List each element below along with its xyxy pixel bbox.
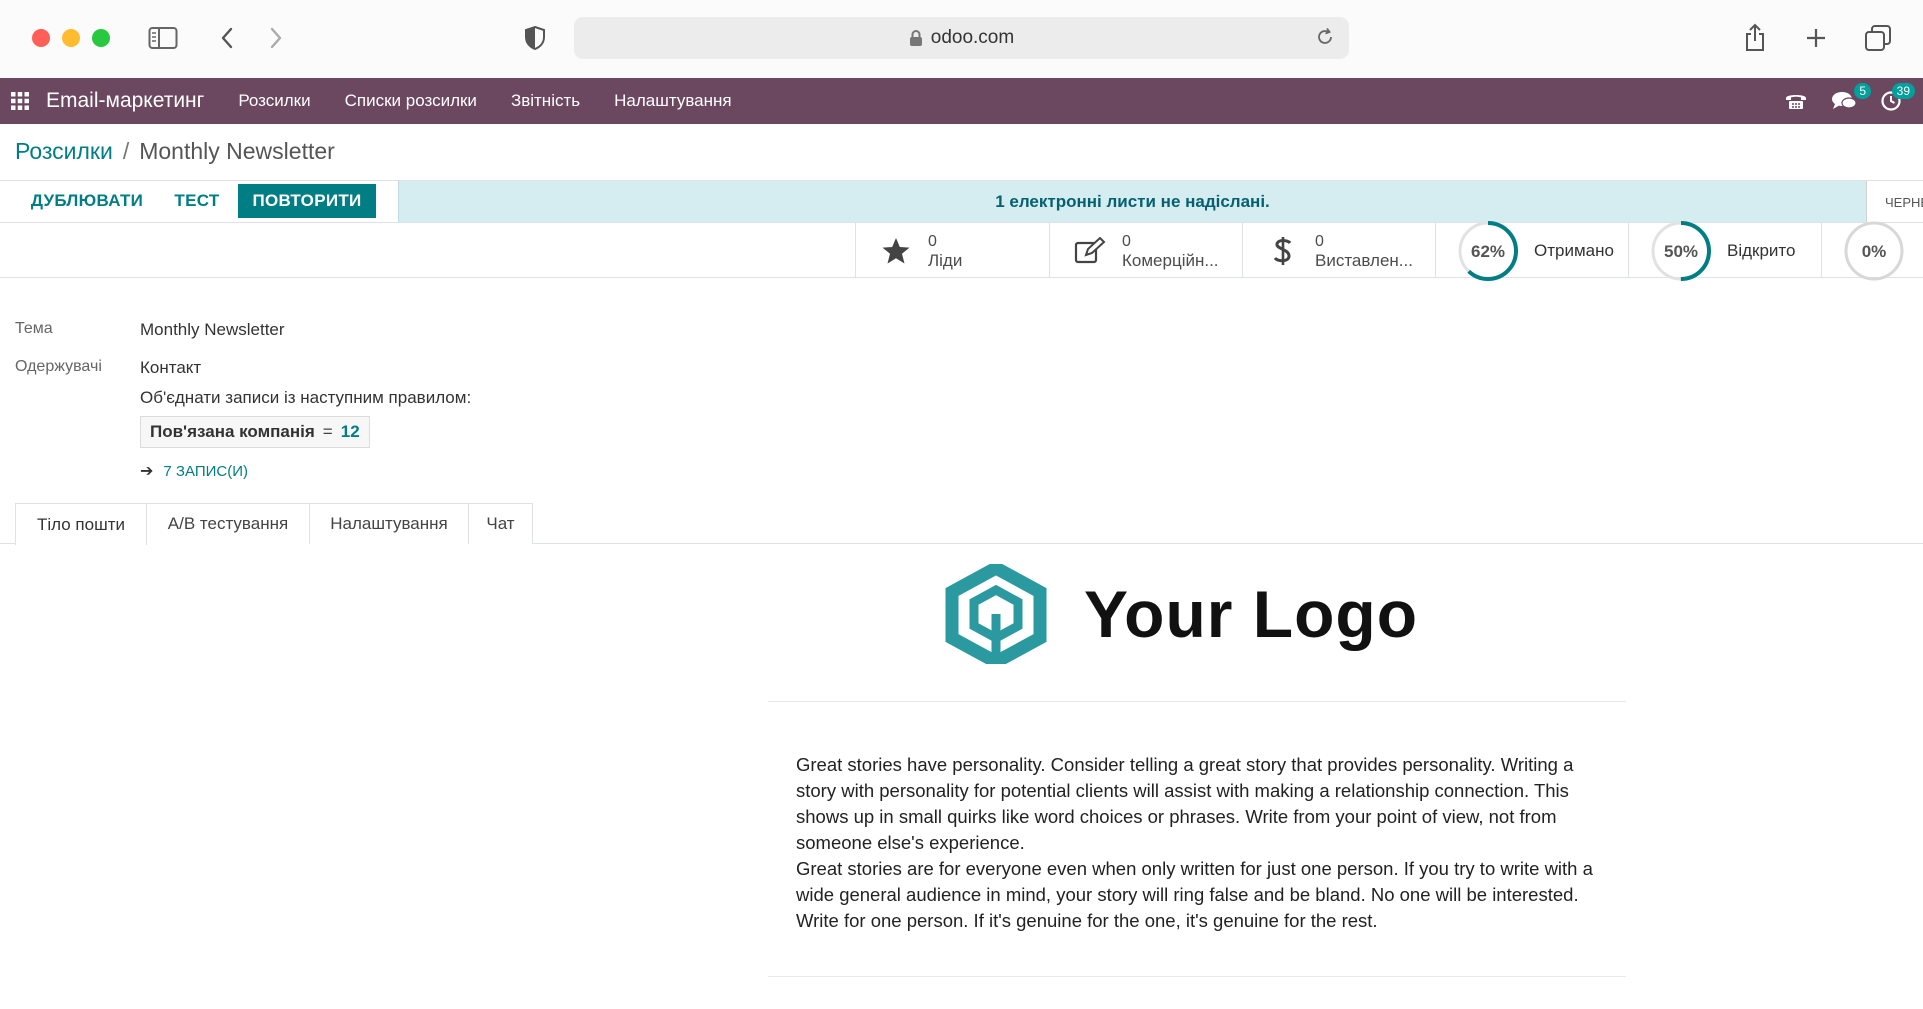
dollar-icon bbox=[1263, 235, 1303, 267]
opened-percent: 50% bbox=[1664, 242, 1698, 261]
notebook-tabs: Тіло пошти A/B тестування Налаштування Ч… bbox=[0, 503, 1923, 545]
received-label: Отримано bbox=[1534, 240, 1614, 260]
stat-leads-count: 0 bbox=[928, 232, 937, 250]
stat-received-button[interactable]: 62% Отримано bbox=[1435, 220, 1628, 281]
domain-field: Пов'язана компанія bbox=[150, 422, 315, 441]
phone-icon[interactable] bbox=[1785, 92, 1807, 110]
domain-filter-chip[interactable]: Пов'язана компанія = 12 bbox=[140, 416, 370, 448]
opened-progress-ring: 50% bbox=[1651, 220, 1711, 281]
logo-text: Your Logo bbox=[1084, 577, 1419, 651]
new-tab-icon[interactable] bbox=[1799, 22, 1833, 54]
menu-mailings[interactable]: Розсилки bbox=[238, 91, 310, 111]
opened-label: Відкрито bbox=[1727, 240, 1796, 260]
tab-overview-icon[interactable] bbox=[1861, 22, 1895, 54]
stat-quotations-count: 0 bbox=[1122, 232, 1131, 250]
minimize-window-button[interactable] bbox=[62, 29, 80, 47]
apps-menu-icon[interactable] bbox=[0, 78, 40, 124]
replied-percent: 0% bbox=[1862, 242, 1887, 261]
domain-rule-text: Об'єднати записи із наступним правилом: bbox=[140, 388, 472, 407]
stat-leads-button[interactable]: 0 Ліди bbox=[855, 223, 1049, 278]
breadcrumb-current: Monthly Newsletter bbox=[139, 138, 335, 164]
stat-buttons: 0 Ліди 0 Комерційн... 0 Виставлен... 62% От… bbox=[0, 220, 1923, 281]
back-icon[interactable] bbox=[210, 22, 244, 54]
messages-badge: 5 bbox=[1854, 83, 1871, 99]
email-body-editor[interactable]: Your Logo Great stories have personality… bbox=[0, 544, 1923, 1009]
action-bar: ДУБЛЮВАТИ ТЕСТ ПОВТОРИТИ 1 електронні ли… bbox=[0, 180, 1923, 223]
email-paragraph-2: Great stories are for everyone even when… bbox=[796, 858, 1593, 931]
share-icon[interactable] bbox=[1738, 22, 1772, 54]
close-window-button[interactable] bbox=[32, 29, 50, 47]
reload-icon[interactable] bbox=[1315, 27, 1335, 53]
recipients-label: Одержувачі bbox=[15, 358, 102, 375]
email-divider-bottom bbox=[768, 976, 1626, 977]
received-progress-ring: 62% bbox=[1458, 220, 1518, 281]
subject-value[interactable]: Monthly Newsletter bbox=[140, 320, 285, 340]
forward-icon[interactable] bbox=[259, 22, 293, 54]
messages-icon[interactable]: 5 bbox=[1831, 83, 1871, 111]
activities-icon[interactable]: 39 bbox=[1881, 83, 1915, 111]
maximize-window-button[interactable] bbox=[92, 29, 110, 47]
edit-icon bbox=[1070, 236, 1110, 265]
stat-opened-button[interactable]: 50% Відкрито bbox=[1628, 220, 1821, 281]
address-bar[interactable]: odoo.com bbox=[574, 17, 1349, 59]
stat-replied-button[interactable]: 0% bbox=[1821, 221, 1923, 280]
tab-ab-testing[interactable]: A/B тестування bbox=[146, 503, 310, 544]
url-text: odoo.com bbox=[930, 27, 1015, 48]
menu-mailing-lists[interactable]: Списки розсилки bbox=[345, 91, 477, 111]
stat-quotations-label: Комерційн... bbox=[1122, 250, 1219, 270]
menu-reporting[interactable]: Звітність bbox=[511, 91, 580, 111]
domain-operator: = bbox=[322, 422, 333, 441]
received-percent: 62% bbox=[1471, 242, 1505, 261]
breadcrumb-separator: / bbox=[122, 138, 130, 164]
records-link-label: 7 ЗАПИС(И) bbox=[163, 462, 248, 480]
browser-toolbar: odoo.com bbox=[0, 0, 1923, 78]
menu-configuration[interactable]: Налаштування bbox=[614, 91, 732, 111]
privacy-shield-icon[interactable] bbox=[518, 22, 552, 54]
email-divider-top bbox=[768, 701, 1626, 702]
tab-mail-body[interactable]: Тіло пошти bbox=[15, 503, 147, 545]
stat-invoiced-count: 0 bbox=[1315, 232, 1324, 250]
stat-leads-label: Ліди bbox=[928, 250, 963, 270]
lock-icon bbox=[909, 29, 923, 47]
duplicate-button[interactable]: ДУБЛЮВАТИ bbox=[16, 184, 158, 218]
arrow-right-icon: ➔ bbox=[140, 463, 154, 480]
email-logo: Your Logo bbox=[944, 564, 1418, 664]
sidebar-toggle-icon[interactable] bbox=[146, 22, 180, 54]
recipients-value[interactable]: Контакт bbox=[140, 358, 201, 378]
test-button[interactable]: ТЕСТ bbox=[164, 184, 230, 218]
email-paragraph-1: Great stories have personality. Consider… bbox=[796, 754, 1574, 853]
email-paragraphs[interactable]: Great stories have personality. Consider… bbox=[796, 752, 1606, 934]
logo-hexagon-icon bbox=[945, 564, 1047, 664]
breadcrumb-mailings-link[interactable]: Розсилки bbox=[15, 138, 113, 164]
domain-value: 12 bbox=[340, 422, 360, 441]
breadcrumb: Розсилки / Monthly Newsletter bbox=[15, 138, 335, 165]
main-navbar: Email-маркетинг Розсилки Списки розсилки… bbox=[0, 78, 1923, 124]
app-title[interactable]: Email-маркетинг bbox=[46, 89, 204, 113]
activities-badge: 39 bbox=[1891, 83, 1915, 99]
records-link[interactable]: ➔ 7 ЗАПИС(И) bbox=[140, 461, 248, 481]
stat-invoiced-button[interactable]: 0 Виставлен... bbox=[1242, 223, 1435, 278]
replied-progress-ring: 0% bbox=[1844, 221, 1904, 280]
star-icon bbox=[876, 237, 916, 265]
status-draft[interactable]: ЧЕРНЕ bbox=[1866, 181, 1923, 223]
retry-button[interactable]: ПОВТОРИТИ bbox=[238, 184, 376, 218]
stat-quotations-button[interactable]: 0 Комерційн... bbox=[1049, 223, 1242, 278]
stat-invoiced-label: Виставлен... bbox=[1315, 250, 1413, 270]
failed-emails-alert: 1 електронні листи не надіслані. bbox=[398, 181, 1866, 223]
tab-chat[interactable]: Чат bbox=[468, 503, 533, 544]
tab-settings[interactable]: Налаштування bbox=[309, 503, 469, 544]
subject-label: Тема bbox=[15, 320, 53, 337]
